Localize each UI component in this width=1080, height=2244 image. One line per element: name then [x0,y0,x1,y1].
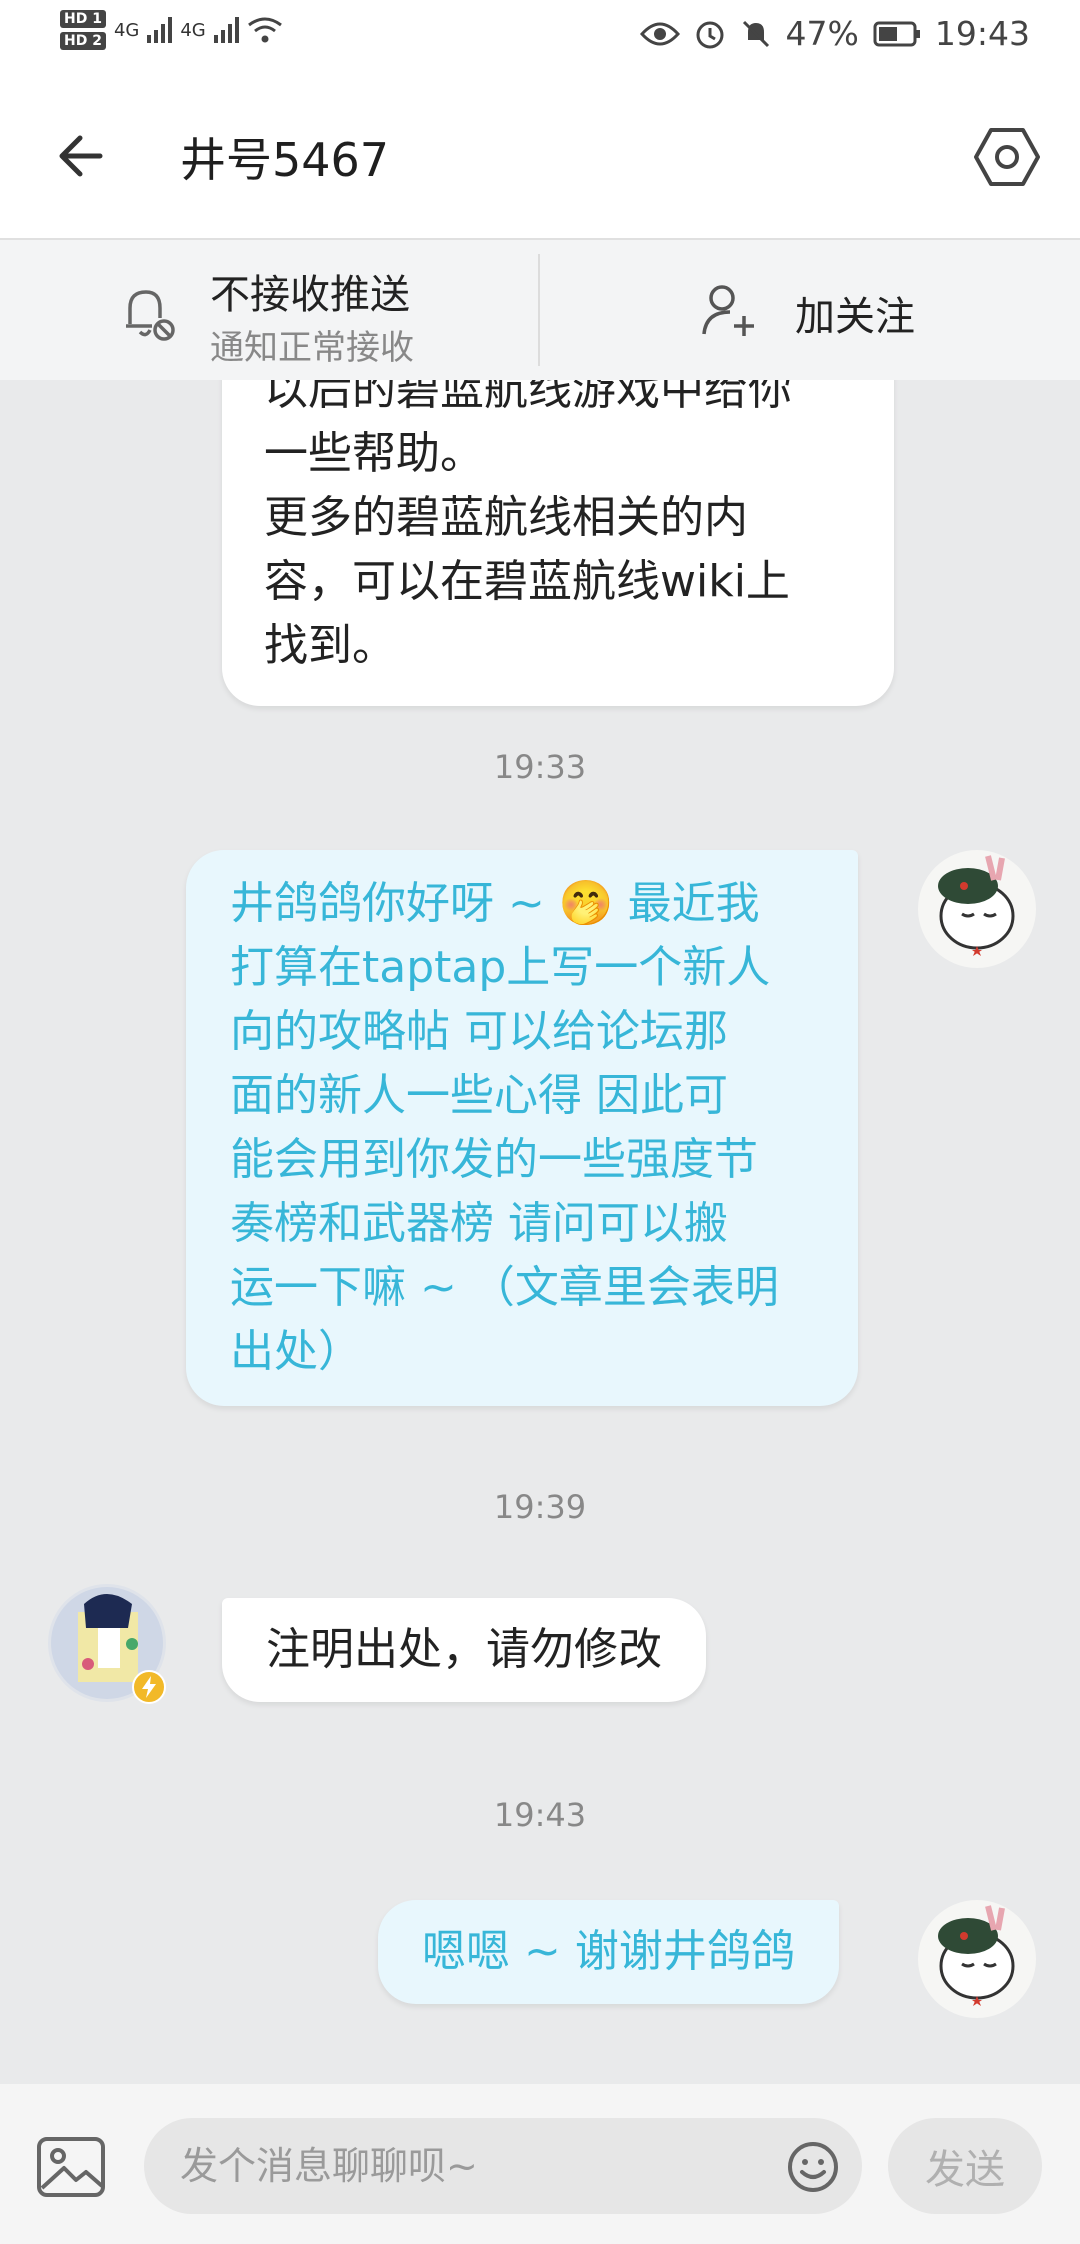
emoji-icon[interactable] [786,2140,840,2194]
message-line: 能会用到你发的一些强度节 [230,1134,758,1185]
message-line: 一些帮助。 [264,428,484,479]
signal2-icon [213,17,239,43]
bell-off-icon [126,290,175,341]
message-bubble-outgoing[interactable]: 井鸽鸽你好呀 ~ 🤭 最近我 打算在taptap上写一个新人 向的攻略帖 可以给… [186,850,858,1406]
message-line: 找到。 [264,620,396,671]
sim2-badge: HD 2 [60,32,106,50]
message-line: 打算在taptap上写一个新人 [230,942,771,993]
push-toggle[interactable]: 不接收推送 通知正常接收 [0,240,538,380]
timestamp: 19:33 [493,748,587,786]
status-right: 47% 19:43 [639,14,1030,53]
send-button[interactable]: 发送 [888,2118,1042,2214]
avatar-image [918,850,1036,968]
chat-area[interactable]: 以后的碧蓝航线游戏中给你 一些帮助。 更多的碧蓝航线相关的内 容，可以在碧蓝航线… [0,380,1080,2080]
app-header: 井号5467 [0,80,1080,240]
back-arrow-icon[interactable] [52,126,112,186]
message-bubble-incoming[interactable]: 注明出处，请勿修改 [222,1598,706,1702]
image-picker-icon[interactable] [36,2136,106,2198]
message-bubble-outgoing[interactable]: 嗯嗯 ~ 谢谢井鸽鸽 [378,1900,839,2004]
message-line: 容，可以在碧蓝航线wiki上 [264,556,790,607]
avatar-image [918,1900,1036,2018]
message-line: 出处） [230,1326,362,1377]
lightning-badge-icon [132,1670,166,1704]
message-line: 以后的碧蓝航线游戏中给你 [264,380,792,415]
message-line: 运一下嘛 ~ （文章里会表明 [230,1262,779,1313]
status-bar: HD 1 HD 2 4G 4G 47% 19:43 [0,0,1080,80]
page-title: 井号5467 [180,133,390,187]
wifi-icon [247,17,282,43]
notification-bar: 不接收推送 通知正常接收 加关注 [0,240,1080,380]
eye-icon [639,22,680,45]
battery-icon [873,21,920,46]
message-input[interactable] [144,2118,862,2214]
sim1-badge: HD 1 [60,10,106,28]
follow-label: 加关注 [795,294,915,340]
timestamp: 19:39 [493,1488,587,1526]
message-line: 更多的碧蓝航线相关的内 [264,492,748,543]
battery-percent: 47% [785,14,859,53]
network1-label: 4G [113,19,140,41]
push-title: 不接收推送 [210,272,410,318]
add-user-icon [702,285,754,336]
status-left: HD 1 HD 2 4G 4G [60,10,283,50]
message-line: 面的新人一些心得 因此可 [230,1070,728,1121]
timestamp: 19:43 [493,1796,587,1834]
message-bubble-incoming[interactable]: 以后的碧蓝航线游戏中给你 一些帮助。 更多的碧蓝航线相关的内 容，可以在碧蓝航线… [222,380,894,706]
push-subtitle: 通知正常接收 [210,328,414,368]
signal1-icon [147,17,173,43]
message-line: 井鸽鸽你好呀 ~ 🤭 最近我 [230,878,760,929]
alarm-icon [696,21,724,48]
follow-button[interactable]: 加关注 [540,240,1080,380]
message-line: 奏榜和武器榜 请问可以搬 [230,1198,728,1249]
sim-indicators: HD 1 HD 2 [60,10,106,50]
settings-icon[interactable] [974,124,1040,190]
my-avatar[interactable] [918,1900,1036,2018]
message-input-bar: 发送 [0,2084,1080,2244]
my-avatar[interactable] [918,850,1036,968]
message-line: 向的攻略帖 可以给论坛那 [230,1006,728,1057]
network2-label: 4G [180,19,206,41]
mute-icon [742,20,769,47]
clock: 19:43 [934,14,1030,53]
